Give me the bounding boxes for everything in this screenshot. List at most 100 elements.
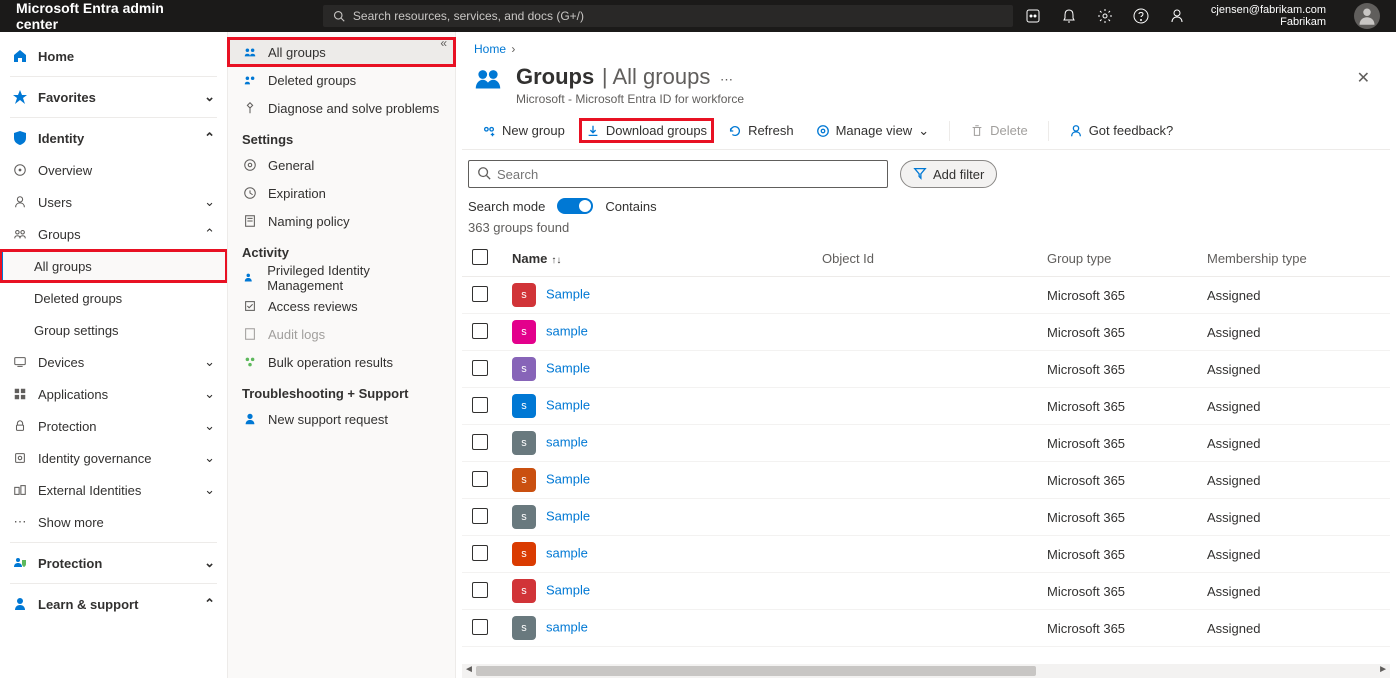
table-row[interactable]: sSample Microsoft 365 Assigned: [462, 351, 1390, 388]
row-checkbox[interactable]: [472, 582, 488, 598]
nav-protection[interactable]: Protection ⌄: [0, 410, 227, 442]
feedback-button[interactable]: Got feedback?: [1061, 119, 1182, 142]
scroll-right-icon[interactable]: ►: [1378, 664, 1388, 675]
search-mode-toggle[interactable]: [557, 198, 593, 214]
sub-access-reviews[interactable]: Access reviews: [228, 292, 455, 320]
row-checkbox[interactable]: [472, 545, 488, 561]
horizontal-scrollbar[interactable]: ◄ ►: [462, 664, 1390, 678]
nav-applications[interactable]: Applications ⌄: [0, 378, 227, 410]
avatar[interactable]: [1354, 3, 1380, 29]
sub-audit-logs[interactable]: Audit logs: [228, 320, 455, 348]
scroll-thumb[interactable]: [476, 666, 1036, 676]
group-name-link[interactable]: sample: [546, 545, 588, 560]
nav-home[interactable]: Home: [0, 40, 227, 72]
delete-button[interactable]: Delete: [962, 119, 1036, 142]
row-checkbox[interactable]: [472, 286, 488, 302]
nav-show-more[interactable]: ⋯ Show more: [0, 506, 227, 538]
user-block[interactable]: cjensen@fabrikam.com Fabrikam: [1211, 4, 1326, 28]
feedback-icon[interactable]: [1169, 8, 1185, 24]
group-name-link[interactable]: Sample: [546, 397, 590, 412]
sub-general[interactable]: General: [228, 151, 455, 179]
table-row[interactable]: ssample Microsoft 365 Assigned: [462, 425, 1390, 462]
table-row[interactable]: sSample Microsoft 365 Assigned: [462, 573, 1390, 610]
group-avatar: s: [512, 579, 536, 603]
row-checkbox[interactable]: [472, 619, 488, 635]
nav-all-groups[interactable]: All groups: [0, 250, 227, 282]
nav-users[interactable]: Users ⌄: [0, 186, 227, 218]
add-filter-button[interactable]: Add filter: [900, 160, 997, 188]
nav-groups[interactable]: Groups ⌃: [0, 218, 227, 250]
group-name-link[interactable]: Sample: [546, 360, 590, 375]
sub-pim[interactable]: Privileged Identity Management: [228, 264, 455, 292]
group-name-link[interactable]: Sample: [546, 582, 590, 597]
page-subtitle: | All groups: [602, 64, 710, 89]
nav-group-settings[interactable]: Group settings: [0, 314, 227, 346]
sub-naming-policy[interactable]: Naming policy: [228, 207, 455, 235]
nav-identity-governance[interactable]: Identity governance ⌄: [0, 442, 227, 474]
copilot-icon[interactable]: [1025, 8, 1041, 24]
table-row[interactable]: ssample Microsoft 365 Assigned: [462, 314, 1390, 351]
sub-diagnose[interactable]: Diagnose and solve problems: [228, 94, 455, 122]
sub-all-groups[interactable]: All groups: [228, 38, 455, 66]
group-name-link[interactable]: Sample: [546, 286, 590, 301]
row-checkbox[interactable]: [472, 508, 488, 524]
sub-bulk-results[interactable]: Bulk operation results: [228, 348, 455, 376]
nav-deleted-groups[interactable]: Deleted groups: [0, 282, 227, 314]
nav-external-identities[interactable]: External Identities ⌄: [0, 474, 227, 506]
table-row[interactable]: ssample Microsoft 365 Assigned: [462, 536, 1390, 573]
col-membership[interactable]: Membership type: [1197, 241, 1390, 277]
crumb-home[interactable]: Home: [474, 42, 506, 56]
manage-view-button[interactable]: Manage view ⌄: [808, 119, 938, 143]
row-checkbox[interactable]: [472, 397, 488, 413]
download-groups-button[interactable]: Download groups: [579, 118, 714, 143]
groups-table: Name↑↓ Object Id Group type Membership t…: [462, 241, 1390, 647]
table-row[interactable]: sSample Microsoft 365 Assigned: [462, 388, 1390, 425]
col-grouptype[interactable]: Group type: [1037, 241, 1197, 277]
row-checkbox[interactable]: [472, 323, 488, 339]
new-group-button[interactable]: New group: [474, 119, 573, 142]
search-input-wrap[interactable]: [468, 160, 888, 188]
group-name-link[interactable]: Sample: [546, 508, 590, 523]
nav-overview[interactable]: Overview: [0, 154, 227, 186]
group-name-link[interactable]: sample: [546, 619, 588, 634]
table-row[interactable]: ssample Microsoft 365 Assigned: [462, 610, 1390, 647]
sub-expiration[interactable]: Expiration: [228, 179, 455, 207]
sub-deleted-groups[interactable]: Deleted groups: [228, 66, 455, 94]
help-icon[interactable]: [1133, 8, 1149, 24]
feedback-icon: [1069, 124, 1083, 138]
table-row[interactable]: sSample Microsoft 365 Assigned: [462, 462, 1390, 499]
col-name[interactable]: Name↑↓: [502, 241, 812, 277]
group-name-link[interactable]: sample: [546, 434, 588, 449]
close-icon[interactable]: ✕: [1349, 64, 1378, 92]
sub-new-support[interactable]: New support request: [228, 405, 455, 433]
trash-icon: [970, 124, 984, 138]
collapse-icon[interactable]: «: [440, 36, 447, 50]
users-icon: [12, 194, 28, 210]
nav-devices[interactable]: Devices ⌄: [0, 346, 227, 378]
search-input[interactable]: [497, 167, 879, 182]
settings-icon[interactable]: [1097, 8, 1113, 24]
cell-objectid: [812, 314, 1037, 351]
row-checkbox[interactable]: [472, 434, 488, 450]
row-checkbox[interactable]: [472, 471, 488, 487]
nav-favorites[interactable]: Favorites ⌄: [0, 81, 227, 113]
nav-identity[interactable]: Identity ⌃: [0, 122, 227, 154]
global-search-wrap: Search resources, services, and docs (G+…: [323, 5, 1013, 27]
grid-wrap[interactable]: Name↑↓ Object Id Group type Membership t…: [456, 241, 1396, 664]
global-search[interactable]: Search resources, services, and docs (G+…: [323, 5, 1013, 27]
sort-icon: ↑↓: [551, 255, 561, 266]
col-objectid[interactable]: Object Id: [812, 241, 1037, 277]
nav-protection-category[interactable]: Protection ⌄: [0, 547, 227, 579]
group-name-link[interactable]: Sample: [546, 471, 590, 486]
select-all-checkbox[interactable]: [472, 249, 488, 265]
refresh-button[interactable]: Refresh: [720, 119, 802, 142]
top-icons: cjensen@fabrikam.com Fabrikam: [1025, 3, 1380, 29]
table-row[interactable]: sSample Microsoft 365 Assigned: [462, 499, 1390, 536]
table-row[interactable]: sSample Microsoft 365 Assigned: [462, 277, 1390, 314]
notifications-icon[interactable]: [1061, 8, 1077, 24]
group-name-link[interactable]: sample: [546, 323, 588, 338]
scroll-left-icon[interactable]: ◄: [464, 664, 474, 675]
row-checkbox[interactable]: [472, 360, 488, 376]
nav-learn-support[interactable]: Learn & support ⌃: [0, 588, 227, 620]
more-icon[interactable]: ⋯: [720, 72, 733, 87]
